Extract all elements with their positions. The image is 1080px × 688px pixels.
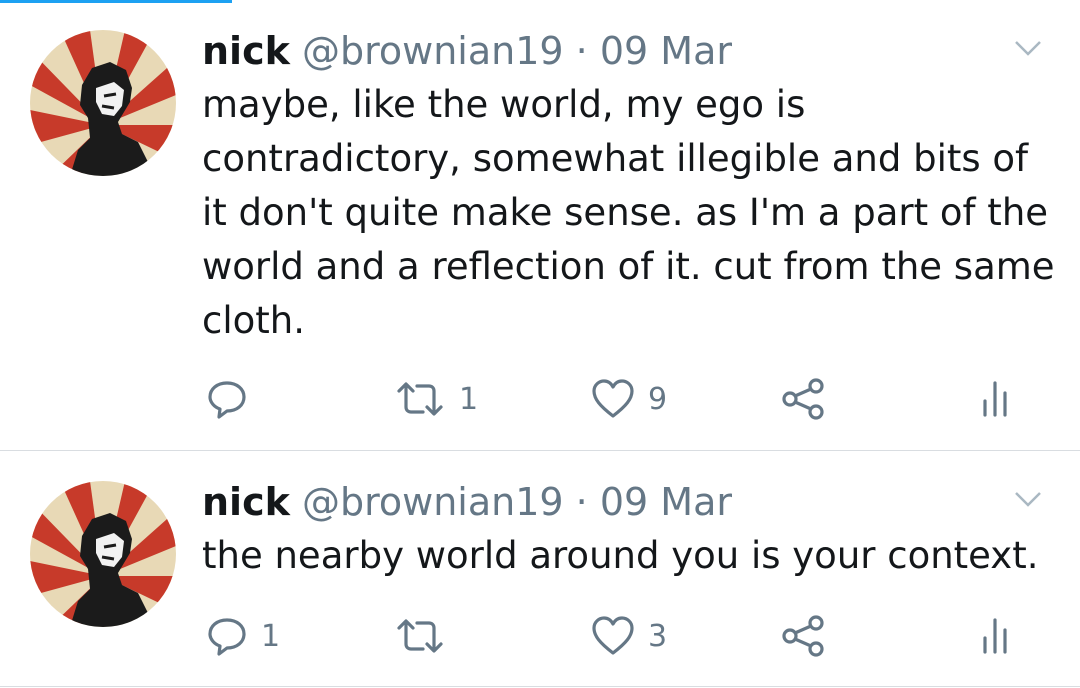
user-handle[interactable]: @brownian19 [302, 480, 564, 524]
tweet-actions: 1 3 [0, 611, 1080, 661]
like-icon [590, 614, 636, 658]
like-button[interactable]: 9 [590, 374, 667, 424]
analytics-button[interactable] [980, 611, 1010, 661]
share-button[interactable] [780, 374, 828, 424]
analytics-icon [980, 614, 1010, 658]
reply-icon [205, 614, 249, 658]
avatar[interactable] [30, 30, 176, 176]
retweet-button[interactable] [393, 611, 459, 661]
tweet-date[interactable]: 09 Mar [600, 480, 732, 524]
like-icon [590, 377, 636, 421]
tweet-text: the nearby world around you is your cont… [202, 534, 1039, 577]
reply-button[interactable]: 1 [205, 611, 280, 661]
tweet[interactable]: nick @brownian19 · 09 Mar maybe, like th… [0, 0, 1080, 450]
tweet-divider [0, 686, 1080, 687]
retweet-icon [393, 377, 447, 421]
tweet-actions: 1 9 [0, 374, 1080, 424]
reply-count: 1 [261, 618, 281, 654]
retweet-button[interactable]: 1 [393, 374, 478, 424]
chevron-down-icon[interactable] [1013, 36, 1043, 60]
tweet-date[interactable]: 09 Mar [600, 29, 732, 73]
retweet-icon [393, 614, 447, 658]
tweet-header: nick @brownian19 · 09 Mar [202, 28, 732, 74]
separator-dot: · [575, 480, 588, 524]
tweet[interactable]: nick @brownian19 · 09 Mar the nearby wor… [0, 451, 1080, 686]
analytics-button[interactable] [980, 374, 1010, 424]
like-button[interactable]: 3 [590, 611, 667, 661]
tweet-header: nick @brownian19 · 09 Mar [202, 479, 732, 525]
user-handle[interactable]: @brownian19 [302, 29, 564, 73]
display-name[interactable]: nick [202, 480, 290, 524]
like-count: 9 [648, 381, 668, 417]
analytics-icon [980, 377, 1010, 421]
reply-button[interactable] [205, 374, 261, 424]
like-count: 3 [648, 618, 668, 654]
share-icon [780, 377, 828, 421]
share-button[interactable] [780, 611, 828, 661]
share-icon [780, 614, 828, 658]
reply-icon [205, 377, 249, 421]
avatar[interactable] [30, 481, 176, 627]
retweet-count: 1 [459, 381, 479, 417]
tweet-text: maybe, like the world, my ego is contrad… [202, 83, 1055, 342]
chevron-down-icon[interactable] [1013, 487, 1043, 511]
display-name[interactable]: nick [202, 29, 290, 73]
separator-dot: · [575, 29, 588, 73]
